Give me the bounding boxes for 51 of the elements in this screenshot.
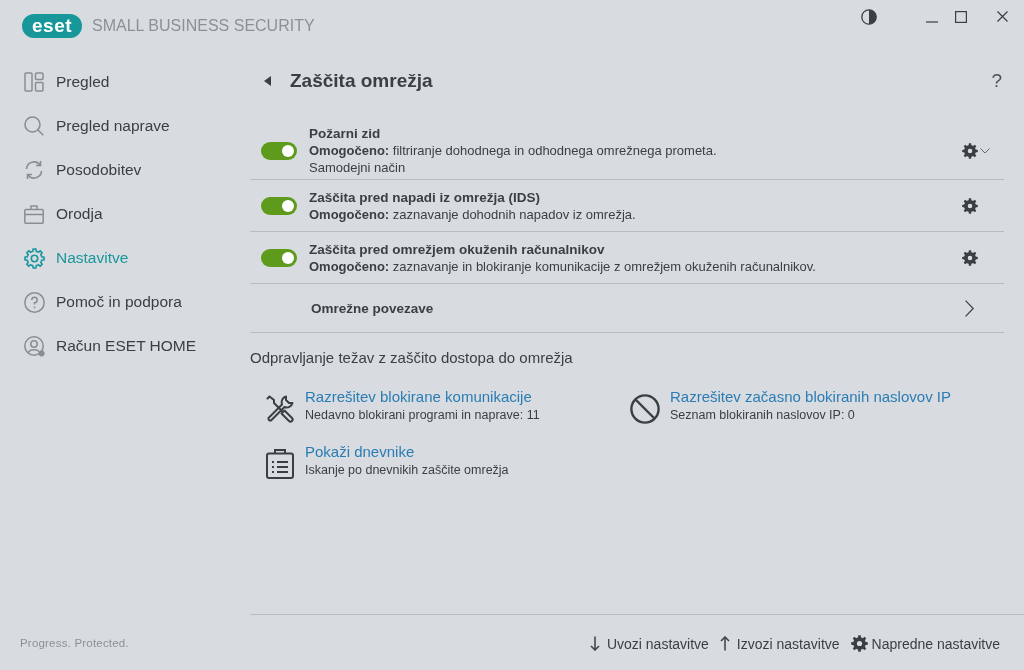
settings-icon	[23, 247, 45, 269]
sidebar-nav-item[interactable]: Pomoč in podpora	[23, 291, 182, 313]
setting-title: Zaščita pred omrežjem okuženih računalnikov	[309, 240, 605, 258]
advanced-settings-button[interactable]: Napredne nastavitve	[850, 635, 1000, 652]
refresh-icon	[24, 160, 44, 180]
setting-description: Omogočeno: zaznavanje in blokiranje komunikacije z omrežjem okuženih računalnikov.	[309, 257, 816, 275]
toggle-switch[interactable]	[261, 248, 297, 267]
tagline-text: Progress. Protected.	[20, 636, 129, 649]
briefcase-icon	[24, 204, 44, 224]
setting-title: Požarni zid	[309, 125, 381, 142]
help-button[interactable]: ?	[991, 70, 1002, 92]
chevron-down-icon[interactable]	[980, 147, 990, 154]
product-name: SMALL BUSINESS SECURITY	[92, 16, 315, 36]
action-description: Nedavno blokirani programi in naprave: 11	[305, 407, 540, 424]
sidebar-nav-item[interactable]: Pregled	[23, 72, 110, 92]
clipboard-icon	[266, 449, 294, 479]
setting-description: Omogočeno: zaznavanje dohodnih napadov iz omrežja.	[309, 205, 636, 223]
setting-description: Omogočeno: filtriranje dohodnega in odhodnega omrežnega prometa.	[309, 142, 717, 159]
help-circle-icon	[23, 291, 45, 313]
tools-icon	[265, 394, 295, 424]
contrast-icon[interactable]	[861, 9, 877, 25]
setting-link[interactable]: Omrežne povezave	[311, 300, 434, 316]
section-heading: Odpravljanje težav z zaščito dostopa do omrežja	[250, 348, 573, 368]
gear-icon[interactable]	[962, 142, 978, 159]
logo: eset	[22, 14, 83, 38]
sidebar-nav-item[interactable]: Orodja	[23, 204, 103, 224]
setting-mode-text: Samodejni način	[309, 159, 406, 176]
setting-title: Zaščita pred napadi iz omrežja (IDS)	[309, 188, 541, 206]
gear-icon[interactable]	[962, 249, 978, 266]
arrow-down-icon	[589, 636, 600, 651]
user-account-icon	[23, 335, 45, 357]
sidebar-nav-item[interactable]: Pregled naprave	[23, 116, 170, 136]
gear-icon	[850, 635, 868, 652]
sidebar-nav-item[interactable]: Račun ESET HOME	[23, 335, 197, 357]
gear-icon[interactable]	[962, 197, 978, 214]
close-icon[interactable]	[997, 11, 1008, 22]
import-settings-button[interactable]: Uvozi nastavitve	[589, 635, 709, 652]
action-description: Iskanje po dnevnikih zaščite omrežja	[305, 462, 509, 479]
maximize-icon[interactable]	[955, 11, 967, 23]
dashboard-icon	[24, 72, 44, 92]
search-icon	[24, 116, 44, 136]
toggle-switch[interactable]	[261, 196, 297, 215]
sidebar-nav-item[interactable]: Posodobitev	[23, 160, 142, 180]
arrow-up-icon	[719, 636, 730, 651]
page-title: Zaščita omrežja	[290, 70, 433, 92]
action-description: Seznam blokiranih naslovov IP: 0	[670, 407, 855, 424]
blocked-icon	[630, 394, 660, 424]
back-icon[interactable]	[264, 76, 271, 86]
export-settings-button[interactable]: Izvozi nastavitve	[719, 635, 840, 652]
toggle-switch[interactable]	[261, 141, 297, 160]
chevron-right-icon[interactable]	[965, 299, 974, 317]
